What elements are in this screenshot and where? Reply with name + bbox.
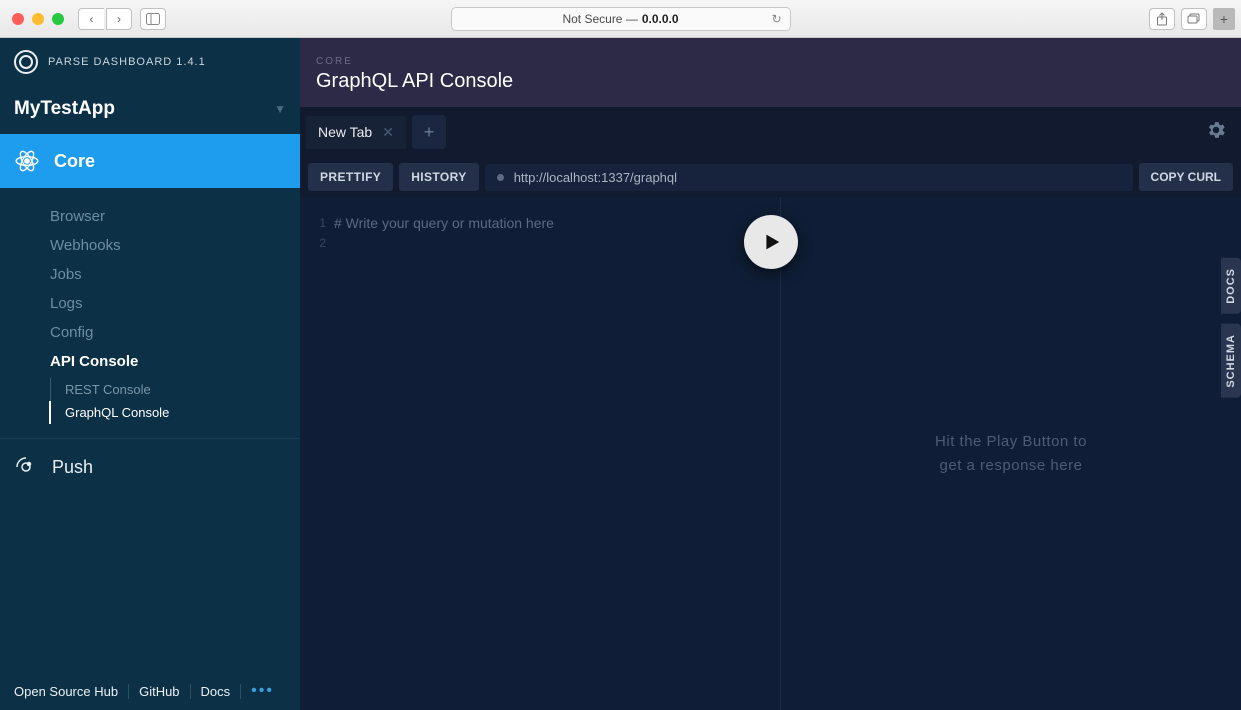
- prettify-button[interactable]: PRETTIFY: [308, 163, 393, 191]
- sidebar-item-config[interactable]: Config: [50, 318, 300, 347]
- minimize-window-icon[interactable]: [32, 13, 44, 25]
- new-tab-button[interactable]: +: [1213, 8, 1235, 30]
- main: CORE GraphQL API Console New Tab ✕ + PRE…: [300, 38, 1241, 710]
- share-button[interactable]: [1149, 8, 1175, 30]
- sidebar-item-webhooks[interactable]: Webhooks: [50, 231, 300, 260]
- settings-button[interactable]: [1205, 119, 1227, 146]
- tabs-button[interactable]: [1181, 8, 1207, 30]
- sidebar-item-logs[interactable]: Logs: [50, 289, 300, 318]
- schema-tab[interactable]: SCHEMA: [1221, 324, 1241, 398]
- core-icon: [14, 148, 40, 174]
- browser-toolbar: ‹ › Not Secure — 0.0.0.0 ↻ +: [0, 0, 1241, 38]
- workspace: 1 2 # Write your query or mutation here …: [300, 197, 1241, 710]
- footer-open-source-hub[interactable]: Open Source Hub: [4, 684, 129, 699]
- close-icon[interactable]: ✕: [382, 124, 394, 141]
- query-editor[interactable]: 1 2 # Write your query or mutation here: [300, 197, 780, 710]
- editor-placeholder: # Write your query or mutation here: [334, 213, 554, 694]
- subnav-rest-console[interactable]: REST Console: [50, 378, 300, 401]
- nav-arrows: ‹ ›: [78, 8, 132, 30]
- footer-github[interactable]: GitHub: [129, 684, 190, 699]
- endpoint-url: http://localhost:1337/graphql: [514, 170, 677, 185]
- back-button[interactable]: ‹: [78, 8, 104, 30]
- parse-logo-icon: [14, 50, 38, 74]
- window-controls: [12, 13, 64, 25]
- history-button[interactable]: HISTORY: [399, 163, 478, 191]
- tab-label: New Tab: [318, 124, 372, 140]
- side-tabs: DOCS SCHEMA: [1221, 258, 1241, 397]
- tab-new[interactable]: New Tab ✕: [306, 116, 406, 149]
- maximize-window-icon[interactable]: [52, 13, 64, 25]
- address-host: 0.0.0.0: [642, 12, 679, 26]
- sidebar: PARSE DASHBOARD 1.4.1 MyTestApp ▼ Core B…: [0, 38, 300, 710]
- push-icon: [14, 455, 38, 479]
- api-console-subnav: REST Console GraphQL Console: [50, 376, 300, 424]
- breadcrumb: CORE: [316, 56, 1225, 67]
- footer-more-icon[interactable]: •••: [241, 682, 284, 700]
- footer-docs[interactable]: Docs: [191, 684, 242, 699]
- brand: PARSE DASHBOARD 1.4.1: [0, 38, 300, 86]
- brand-text: PARSE DASHBOARD 1.4.1: [48, 56, 206, 68]
- security-label: Not Secure —: [562, 12, 637, 26]
- forward-button[interactable]: ›: [106, 8, 132, 30]
- graphiql-tabbar: New Tab ✕ +: [300, 107, 1241, 157]
- sidebar-item-jobs[interactable]: Jobs: [50, 260, 300, 289]
- sidebar-footer: Open Source Hub GitHub Docs •••: [0, 672, 300, 710]
- line-gutter: 1 2: [310, 213, 334, 694]
- sidebar-item-api-console[interactable]: API Console: [50, 347, 300, 376]
- section-core-label: Core: [54, 151, 95, 172]
- close-window-icon[interactable]: [12, 13, 24, 25]
- main-header: CORE GraphQL API Console: [300, 38, 1241, 107]
- results-pane: Hit the Play Button to get a response he…: [780, 197, 1241, 710]
- core-nav: Browser Webhooks Jobs Logs Config API Co…: [0, 188, 300, 438]
- page-title: GraphQL API Console: [316, 70, 1225, 93]
- run-query-button[interactable]: [744, 215, 798, 269]
- results-placeholder: Hit the Play Button to get a response he…: [935, 430, 1087, 478]
- reload-icon[interactable]: ↻: [771, 12, 781, 26]
- copy-curl-button[interactable]: COPY CURL: [1139, 163, 1233, 191]
- app-selector[interactable]: MyTestApp ▼: [0, 86, 300, 134]
- sidebar-toggle-button[interactable]: [140, 8, 166, 30]
- sidebar-item-browser[interactable]: Browser: [50, 202, 300, 231]
- section-core[interactable]: Core: [0, 134, 300, 188]
- docs-tab[interactable]: DOCS: [1221, 258, 1241, 314]
- chevron-down-icon: ▼: [274, 102, 286, 116]
- status-dot-icon: [497, 174, 504, 181]
- subnav-graphql-console[interactable]: GraphQL Console: [49, 401, 300, 424]
- play-icon: [760, 231, 782, 253]
- address-bar[interactable]: Not Secure — 0.0.0.0 ↻: [451, 7, 791, 31]
- add-tab-button[interactable]: +: [412, 115, 446, 149]
- app-name: MyTestApp: [14, 98, 115, 120]
- graphiql-toolbar: PRETTIFY HISTORY http://localhost:1337/g…: [300, 157, 1241, 197]
- section-push-label: Push: [52, 457, 93, 478]
- endpoint-input[interactable]: http://localhost:1337/graphql: [485, 164, 1133, 191]
- section-push[interactable]: Push: [0, 438, 300, 495]
